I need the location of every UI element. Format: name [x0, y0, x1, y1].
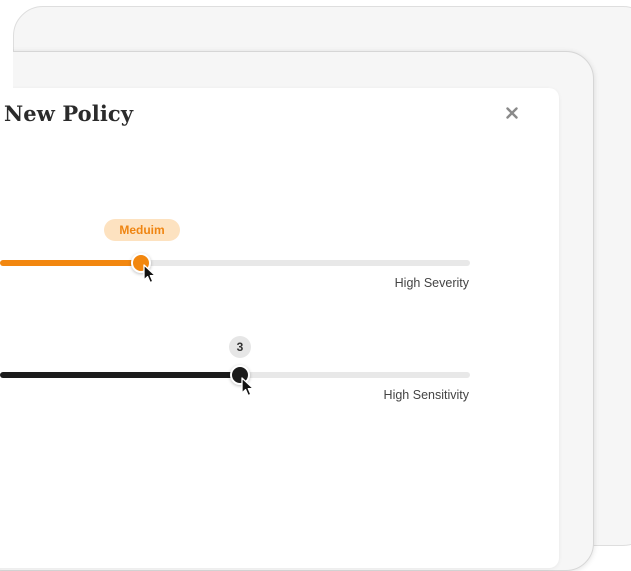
new-policy-modal: [0, 88, 559, 568]
severity-max-label: High Severity: [394, 276, 469, 290]
sensitivity-slider-fill: [0, 372, 240, 378]
background-card-frame: [0, 6, 631, 571]
modal-title: New Policy: [4, 101, 134, 126]
severity-slider-thumb[interactable]: [131, 253, 151, 273]
sensitivity-slider-thumb[interactable]: [230, 365, 250, 385]
close-icon: [506, 107, 518, 119]
severity-slider-fill: [0, 260, 141, 266]
severity-slider-track[interactable]: [0, 260, 470, 266]
close-button[interactable]: [502, 103, 522, 123]
sensitivity-value-badge: 3: [229, 336, 251, 358]
sensitivity-max-label: High Sensitivity: [383, 388, 469, 402]
left-edge: [0, 0, 13, 507]
severity-value-badge: Meduim: [104, 219, 180, 241]
